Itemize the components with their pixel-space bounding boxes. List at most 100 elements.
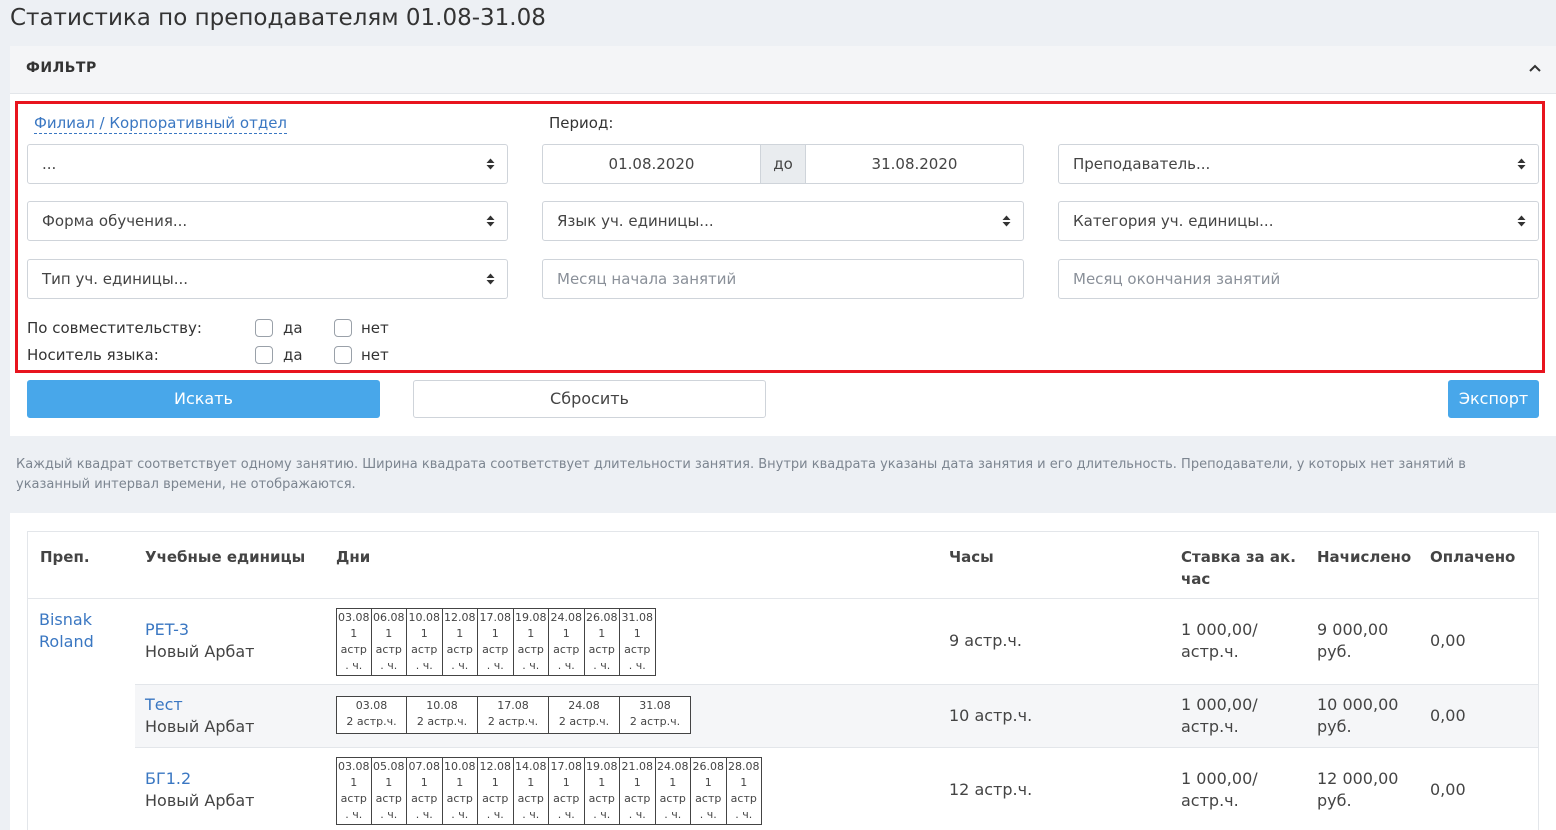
unit-link[interactable]: БГ1.2 — [145, 768, 254, 790]
paid-value: 0,00 — [1430, 780, 1466, 799]
native-no-checkbox[interactable] — [334, 346, 352, 364]
paid-value: 0,00 — [1430, 706, 1466, 725]
part-time-yes-label: да — [283, 319, 303, 337]
hours-value: 10 астр.ч. — [949, 706, 1033, 725]
lesson-day-box: 31.08 1 астр. ч. — [620, 608, 656, 676]
header-days: Дни — [336, 548, 371, 566]
rate-value: 1 000,00/астр.ч. — [1181, 695, 1258, 736]
lesson-day-box: 24.08 1 астр. ч. — [549, 608, 585, 676]
lesson-day-box: 19.08 1 астр. ч. — [584, 757, 620, 825]
lesson-day-box: 26.08 1 астр. ч. — [584, 608, 620, 676]
unit-branch: Новый Арбат — [145, 642, 255, 661]
teacher-stats-table: Преп. Учебные единицы Дни Часы Ставка за… — [10, 513, 1556, 830]
unit-link[interactable]: Тест — [145, 694, 254, 716]
lesson-day-box: 17.08 1 астр. ч. — [478, 608, 514, 676]
filter-panel: ФИЛЬТР Филиал / Корпоративный отдел Пери… — [10, 46, 1556, 436]
header-rate: Ставка за ак. час — [1181, 548, 1296, 588]
lesson-day-box: 24.08 2 астр.ч. — [549, 696, 620, 734]
sort-arrows-icon — [1517, 158, 1526, 170]
filter-title: ФИЛЬТР — [26, 60, 97, 76]
row-divider — [135, 747, 1538, 748]
header-divider — [28, 598, 1538, 599]
teacher-link[interactable]: Bisnak Roland — [39, 609, 94, 653]
lesson-day-box: 10.08 2 астр.ч. — [407, 696, 478, 734]
lesson-day-box: 24.08 1 астр. ч. — [655, 757, 691, 825]
table-row: PET-3 Новый Арбат — [145, 619, 254, 663]
lesson-day-box: 17.08 1 астр. ч. — [549, 757, 585, 825]
study-form-select[interactable]: Форма обучения... — [27, 201, 508, 241]
month-start-input[interactable]: Месяц начала занятий — [542, 259, 1024, 299]
part-time-label: По совместительству: — [27, 319, 202, 337]
month-end-input[interactable]: Месяц окончания занятий — [1058, 259, 1539, 299]
rate-value: 1 000,00/астр.ч. — [1181, 620, 1258, 661]
lesson-day-box: 26.08 1 астр. ч. — [691, 757, 727, 825]
table-frame: Преп. Учебные единицы Дни Часы Ставка за… — [27, 531, 1539, 830]
lesson-day-box: 31.08 2 астр.ч. — [620, 696, 691, 734]
teacher-first-name: Bisnak — [39, 610, 92, 629]
teacher-select-value: Преподаватель... — [1073, 155, 1211, 173]
rate-value: 1 000,00/астр.ч. — [1181, 769, 1258, 810]
native-yes-checkbox[interactable] — [255, 346, 273, 364]
native-no-label: нет — [361, 346, 389, 364]
lesson-day-box: 03.08 1 астр. ч. — [336, 608, 372, 676]
native-speaker-label: Носитель языка: — [27, 346, 159, 364]
lesson-day-box: 06.08 1 астр. ч. — [371, 608, 407, 676]
search-button[interactable]: Искать — [27, 380, 380, 418]
filter-header[interactable]: ФИЛЬТР — [10, 46, 1556, 94]
part-time-no-checkbox[interactable] — [334, 319, 352, 337]
table-row: БГ1.2 Новый Арбат — [145, 768, 254, 812]
lesson-day-box: 12.08 1 астр. ч. — [442, 608, 478, 676]
branch-select[interactable]: ... — [27, 144, 508, 184]
lesson-days: 03.08 1 астр. ч. 06.08 1 астр. ч. 10.08 1 аст… — [336, 608, 656, 676]
lesson-day-box: 05.08 1 астр. ч. — [371, 757, 407, 825]
lesson-day-box: 03.08 1 астр. ч. — [336, 757, 372, 825]
part-time-yes-checkbox[interactable] — [255, 319, 273, 337]
sort-arrows-icon — [486, 215, 495, 227]
lesson-day-box: 19.08 1 астр. ч. — [513, 608, 549, 676]
branch-link[interactable]: Филиал / Корпоративный отдел — [34, 114, 288, 134]
unit-category-select[interactable]: Категория уч. единицы... — [1058, 201, 1539, 241]
lesson-day-box: 10.08 1 астр. ч. — [407, 608, 443, 676]
date-to-input[interactable]: 31.08.2020 — [805, 144, 1024, 184]
sort-arrows-icon — [486, 158, 495, 170]
header-teacher: Преп. — [40, 548, 90, 566]
hours-value: 9 астр.ч. — [949, 631, 1022, 650]
unit-type-select[interactable]: Тип уч. единицы... — [27, 259, 508, 299]
table-row: Тест Новый Арбат — [145, 694, 254, 738]
teacher-select[interactable]: Преподаватель... — [1058, 144, 1539, 184]
header-accrued: Начислено — [1317, 548, 1412, 566]
accrued-value: 10 000,00 руб. — [1317, 695, 1399, 736]
teacher-last-name: Roland — [39, 632, 94, 651]
branch-select-value: ... — [42, 155, 57, 173]
hours-value: 12 астр.ч. — [949, 780, 1033, 799]
lesson-day-box: 17.08 2 астр.ч. — [478, 696, 549, 734]
lesson-days: 03.08 1 астр. ч. 05.08 1 астр. ч. 07.08 1 аст… — [336, 757, 762, 825]
header-hours: Часы — [949, 548, 994, 566]
date-from-input[interactable]: 01.08.2020 — [542, 144, 761, 184]
unit-category-value: Категория уч. единицы... — [1073, 212, 1274, 230]
unit-link[interactable]: PET-3 — [145, 619, 254, 641]
period-label: Период: — [549, 114, 614, 132]
lesson-day-box: 28.08 1 астр. ч. — [726, 757, 762, 825]
part-time-no-label: нет — [361, 319, 389, 337]
unit-branch: Новый Арбат — [145, 791, 255, 810]
lesson-day-box: 14.08 1 астр. ч. — [513, 757, 549, 825]
lesson-day-box: 03.08 2 астр.ч. — [336, 696, 407, 734]
unit-type-value: Тип уч. единицы... — [42, 270, 189, 288]
lesson-day-box: 07.08 1 астр. ч. — [407, 757, 443, 825]
reset-button[interactable]: Сбросить — [413, 380, 766, 418]
chevron-up-icon[interactable] — [1528, 58, 1542, 78]
sort-arrows-icon — [1002, 215, 1011, 227]
header-paid: Оплачено — [1430, 548, 1516, 566]
unit-language-select[interactable]: Язык уч. единицы... — [542, 201, 1024, 241]
study-form-value: Форма обучения... — [42, 212, 188, 230]
lesson-day-box: 21.08 1 астр. ч. — [620, 757, 656, 825]
export-button[interactable]: Экспорт — [1448, 380, 1539, 418]
lesson-day-box: 10.08 1 астр. ч. — [442, 757, 478, 825]
unit-branch: Новый Арбат — [145, 717, 255, 736]
unit-language-value: Язык уч. единицы... — [557, 212, 714, 230]
info-note: Каждый квадрат соответствует одному заня… — [16, 457, 1466, 492]
page-title: Статистика по преподавателям 01.08-31.08 — [10, 5, 546, 31]
accrued-value: 12 000,00 руб. — [1317, 769, 1399, 810]
header-units: Учебные единицы — [145, 548, 306, 566]
